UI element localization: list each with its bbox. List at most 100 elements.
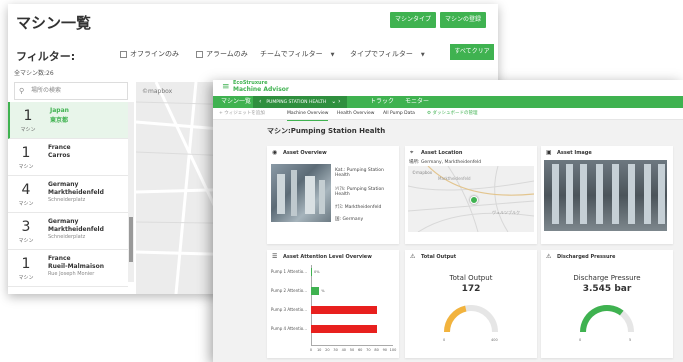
page-title: マシン一覧 xyxy=(16,14,92,32)
discharged-pressure-card: ⚠ Discharged Pressure Discharge Pressure… xyxy=(541,250,673,358)
list-scrollbar[interactable] xyxy=(128,102,134,282)
list-item[interactable]: 3 マシン Germany Marktheidenfeld Schneiderp… xyxy=(8,213,128,250)
street: Schneiderplatz xyxy=(48,197,86,203)
country: France xyxy=(48,144,71,151)
nav-machine-list[interactable]: マシン一覧 xyxy=(221,96,251,108)
location-address: 場所: Germany, Marktheidenfeld xyxy=(409,160,482,165)
register-machine-button[interactable]: マシンの登録 xyxy=(440,12,486,28)
city: 東京都 xyxy=(50,117,69,124)
mapbox-logo: ©mapbox xyxy=(142,88,173,95)
alarm-only-checkbox[interactable]: アラームのみ xyxy=(196,49,248,59)
dashboard-manage-label: ダッシュボードの管理 xyxy=(432,111,478,116)
city: Marktheidenfeld xyxy=(48,189,104,196)
overview-class: ｸﾗｽ: Marktheidenfeld xyxy=(335,205,382,210)
location-list: 1 マシン Japan 東京都 1 マシン France Carros 4 マシ… xyxy=(8,102,128,288)
product-name: Machine Advisor xyxy=(233,86,289,93)
asset-overview-card: ◉ Asset Overview Kat.: Pumping Station H… xyxy=(267,146,399,244)
gauge-label: Total Output xyxy=(449,274,493,282)
machine-type-button[interactable]: マシンタイプ xyxy=(390,12,436,28)
chevron-right-icon[interactable]: › xyxy=(338,98,340,105)
list-item[interactable]: 1 マシン France Rueil-Malmaison Rue Joseph … xyxy=(8,250,128,287)
map-label: ヴュルツブルク xyxy=(492,210,520,215)
total-output-gauge xyxy=(444,305,498,333)
country: Germany xyxy=(48,181,79,188)
city: Marktheidenfeld xyxy=(48,226,104,233)
card-title: Discharged Pressure xyxy=(557,254,616,260)
screenshot-stage: マシン一覧 マシンタイプ マシンの登録 フィルター: オフラインのみ アラームの… xyxy=(0,0,683,362)
offline-only-label: オフラインのみ xyxy=(130,50,179,58)
gauge-fill xyxy=(580,305,624,333)
machine-advisor-window: ≡ EcoStruxure Machine Advisor マシン一覧 ‹ PU… xyxy=(213,80,683,362)
checkbox-box[interactable] xyxy=(196,50,203,58)
chart-x-axis xyxy=(311,345,393,346)
bar-value-label: 0% xyxy=(314,270,320,274)
attention-bar[interactable] xyxy=(311,268,312,276)
pump-label: Pump 4 Attentio... xyxy=(270,326,307,331)
tab-health-overview[interactable]: Health Overview xyxy=(337,108,374,120)
gauge-min: 0 xyxy=(443,338,446,342)
discharge-pressure-gauge xyxy=(580,305,634,333)
list-item[interactable]: 1 マシン France Carros xyxy=(8,139,128,176)
add-widget-button[interactable]: + ウィジェットを追加 xyxy=(219,108,265,120)
filter-label: フィルター: xyxy=(16,50,76,63)
machine-unit: マシン xyxy=(18,238,34,244)
dashboard-tabs: + ウィジェットを追加 Machine Overview Health Over… xyxy=(213,108,683,121)
attention-bar[interactable] xyxy=(311,306,377,314)
overview-serial: ｼﾘｱﾙ: Pumping Station Health xyxy=(335,187,385,197)
gauge-value: 172 xyxy=(461,284,481,294)
asset-image-card: ▣ Asset Image xyxy=(541,146,673,244)
gauge-value: 3.545 bar xyxy=(582,284,632,294)
location-search-input[interactable]: ⚲ 場所の検索 xyxy=(14,82,128,100)
chevron-down-icon: ▼ xyxy=(330,52,335,58)
list-item[interactable]: 1 マシン Japan 東京都 xyxy=(8,102,128,139)
top-nav: マシン一覧 ‹ PUMPING STATION HEALTH ⌄ › トラック … xyxy=(213,96,683,109)
machine-unit: マシン xyxy=(18,164,34,170)
gauge-min: 0 xyxy=(579,338,582,342)
machine-unit: マシン xyxy=(18,275,34,281)
scrollbar-thumb[interactable] xyxy=(129,217,133,262)
team-filter-select[interactable]: チームでフィルター ▼ xyxy=(260,49,335,59)
machine-unit: マシン xyxy=(20,127,36,133)
total-output-card: ⚠ Total Output Total Output 172 0 400 xyxy=(405,250,537,358)
checkbox-box[interactable] xyxy=(120,50,127,58)
bar-value-label: % xyxy=(321,289,325,293)
city: Carros xyxy=(48,152,71,159)
clear-all-button[interactable]: すべてクリア xyxy=(450,44,494,60)
location-map[interactable]: ©mapbox Marktheidenfeld ヴュルツブルク xyxy=(408,166,534,232)
warning-icon: ⚠ xyxy=(546,253,552,260)
machine-unit: マシン xyxy=(18,201,34,207)
gauge-max: 5 xyxy=(629,338,632,342)
team-filter-label: チームでフィルター xyxy=(260,50,323,58)
type-filter-select[interactable]: タイプでフィルター ▼ xyxy=(350,49,425,59)
nav-monitor[interactable]: モニター xyxy=(405,96,429,108)
card-title: Total Output xyxy=(421,254,457,260)
tab-machine-overview[interactable]: Machine Overview xyxy=(287,108,329,121)
chevron-left-icon[interactable]: ‹ xyxy=(259,98,261,105)
menu-icon[interactable]: ≡ xyxy=(222,82,230,92)
country: France xyxy=(48,255,71,262)
machine-count: 1 xyxy=(21,145,31,161)
chart-y-axis xyxy=(311,265,312,345)
chevron-down-icon: ▼ xyxy=(420,52,425,58)
list-item[interactable]: 4 マシン Germany Marktheidenfeld Schneiderp… xyxy=(8,176,128,213)
dashboard-manage-link[interactable]: ⚙ ダッシュボードの管理 xyxy=(427,108,477,120)
tab-all-pump-data[interactable]: All Pump Data xyxy=(383,108,415,120)
offline-only-checkbox[interactable]: オフラインのみ xyxy=(120,49,179,59)
pump-label: Pump 1 Attentio... xyxy=(270,269,307,274)
gear-icon: ⚙ xyxy=(427,111,432,116)
asset-location-card: ⌖ Asset Location 場所: Germany, Marktheide… xyxy=(405,146,537,244)
street: Rue Joseph Monier xyxy=(48,271,95,277)
attention-bar[interactable] xyxy=(311,287,320,295)
search-icon: ⚲ xyxy=(19,87,25,95)
gauge-max: 400 xyxy=(491,338,498,342)
location-marker[interactable] xyxy=(470,196,478,204)
machine-count: 3 xyxy=(21,219,31,235)
nav-trace[interactable]: トラック xyxy=(370,96,394,108)
attention-bar[interactable] xyxy=(311,325,377,333)
type-filter-label: タイプでフィルター xyxy=(350,50,413,58)
gauge-label: Discharge Pressure xyxy=(573,274,641,282)
card-title: Asset Overview xyxy=(283,150,327,156)
country: Japan xyxy=(50,107,69,114)
gauge-fill xyxy=(444,305,467,333)
pump-label: Pump 2 Attentio... xyxy=(270,288,307,293)
